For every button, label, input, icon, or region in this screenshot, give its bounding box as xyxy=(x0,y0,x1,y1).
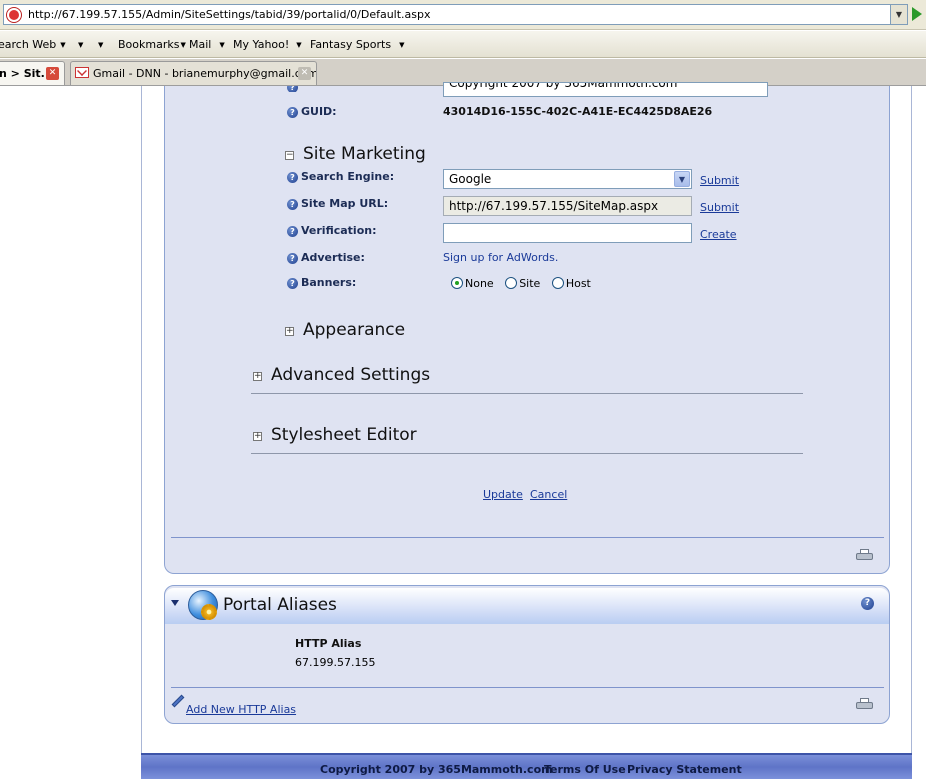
http-alias-row: 67.199.57.155 xyxy=(295,656,376,669)
site-map-submit-link[interactable]: Submit xyxy=(700,201,739,214)
copyright-label-clipped: ? Copyright: xyxy=(287,86,367,92)
tab-site-settings[interactable]: n > Sit... ✕ xyxy=(0,61,65,85)
tab-gmail[interactable]: Gmail - DNN - brianemurphy@gmail.com ✕ xyxy=(70,61,317,85)
yahoo-toolbar: earch Web ▼ ▼ ▼ Bookmarks▼ Mail ▼ My Yahoo… xyxy=(0,31,926,58)
collapse-arrow-icon[interactable] xyxy=(171,600,179,606)
terms-of-use-link[interactable]: Terms Of Use xyxy=(544,763,626,776)
expand-icon[interactable]: + xyxy=(253,372,262,381)
guid-label: ? GUID: xyxy=(287,105,337,118)
help-icon[interactable]: ? xyxy=(287,172,298,183)
search-web-button[interactable]: earch Web ▼ xyxy=(0,38,66,51)
collapse-icon[interactable]: − xyxy=(285,151,294,160)
site-favicon-icon xyxy=(7,8,21,22)
verification-label: ? Verification: xyxy=(287,224,376,237)
site-marketing-heading: Site Marketing xyxy=(303,144,426,164)
site-settings-panel xyxy=(164,86,890,574)
search-engine-submit-link[interactable]: Submit xyxy=(700,174,739,187)
site-map-url-field: http://67.199.57.155/SiteMap.aspx xyxy=(443,196,692,216)
url-text: http://67.199.57.155/Admin/SiteSettings/… xyxy=(28,8,431,21)
url-dropdown-button[interactable]: ▼ xyxy=(891,4,908,25)
add-new-http-alias-link[interactable]: Add New HTTP Alias xyxy=(186,703,296,716)
copyright-input[interactable]: Copyright 2007 by 365Mammoth.com xyxy=(443,82,768,97)
banners-none-label: None xyxy=(465,277,494,290)
advertise-label: ? Advertise: xyxy=(287,251,365,264)
divider xyxy=(171,537,884,538)
divider xyxy=(251,453,803,454)
banners-host-radio[interactable] xyxy=(551,277,564,289)
adwords-link[interactable]: Sign up for AdWords. xyxy=(443,251,558,264)
help-icon[interactable]: ? xyxy=(861,597,874,610)
help-icon[interactable]: ? xyxy=(287,278,298,289)
verification-create-link[interactable]: Create xyxy=(700,228,737,241)
banners-site-radio[interactable] xyxy=(505,277,518,289)
banners-host-label: Host xyxy=(565,277,591,290)
help-icon[interactable]: ? xyxy=(287,199,298,210)
close-icon[interactable]: ✕ xyxy=(46,67,59,80)
appearance-heading[interactable]: Appearance xyxy=(303,320,405,340)
update-link[interactable]: Update xyxy=(483,488,523,501)
print-icon[interactable] xyxy=(856,549,873,562)
site-map-url-label: ? Site Map URL: xyxy=(287,197,388,210)
tab-label: Gmail - DNN - brianemurphy@gmail.com xyxy=(93,67,317,80)
divider xyxy=(171,687,884,688)
expand-icon[interactable]: + xyxy=(253,432,262,441)
footer-copyright: Copyright 2007 by 365Mammoth.com xyxy=(320,763,553,776)
bookmarks-menu[interactable]: Bookmarks▼ xyxy=(118,38,186,51)
banners-none-radio[interactable] xyxy=(451,277,463,289)
guid-value: 43014D16-155C-402C-A41E-EC4425D8AE26 xyxy=(443,105,713,118)
verification-input[interactable] xyxy=(443,223,692,243)
close-icon[interactable]: ✕ xyxy=(298,67,311,80)
banners-site-label: Site xyxy=(519,277,541,290)
address-bar: http://67.199.57.155/Admin/SiteSettings/… xyxy=(0,0,926,30)
divider xyxy=(251,393,803,394)
http-alias-header: HTTP Alias xyxy=(295,637,362,650)
print-icon[interactable] xyxy=(856,698,873,711)
go-arrow-icon[interactable] xyxy=(912,7,922,21)
help-icon[interactable]: ? xyxy=(287,226,298,237)
url-field[interactable]: http://67.199.57.155/Admin/SiteSettings/… xyxy=(3,4,891,25)
help-icon[interactable]: ? xyxy=(287,253,298,264)
advanced-settings-heading[interactable]: Advanced Settings xyxy=(271,365,430,385)
my-yahoo-menu[interactable]: My Yahoo! ▼ xyxy=(233,38,302,51)
search-engine-label: ? Search Engine: xyxy=(287,170,394,183)
help-icon[interactable]: ? xyxy=(287,86,298,92)
cancel-link[interactable]: Cancel xyxy=(530,488,567,501)
mail-menu[interactable]: Mail ▼ xyxy=(189,38,225,51)
gmail-icon xyxy=(75,67,89,78)
help-icon[interactable]: ? xyxy=(287,107,298,118)
privacy-statement-link[interactable]: Privacy Statement xyxy=(627,763,742,776)
search-engine-select[interactable]: Google ▼ xyxy=(443,169,692,189)
banners-label: ? Banners: xyxy=(287,276,356,289)
fantasy-sports-menu[interactable]: Fantasy Sports ▼ xyxy=(310,38,404,51)
chevron-down-icon[interactable]: ▼ xyxy=(674,171,690,187)
gear-icon xyxy=(201,604,217,620)
search-options-dropdown[interactable]: ▼ xyxy=(74,38,83,51)
expand-icon[interactable]: + xyxy=(285,327,294,336)
portal-aliases-title: Portal Aliases xyxy=(223,595,337,615)
more-options-dropdown[interactable]: ▼ xyxy=(94,38,103,51)
banners-radio-group: None Site Host xyxy=(451,277,599,290)
stylesheet-editor-heading[interactable]: Stylesheet Editor xyxy=(271,425,417,445)
